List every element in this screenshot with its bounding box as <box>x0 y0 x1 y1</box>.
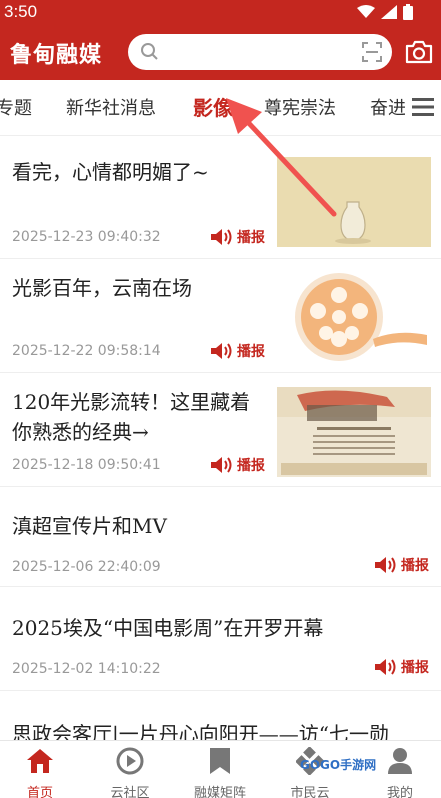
news-item[interactable]: 看完，心情都明媚了~ 2025-12-23 09:40:32 播报 <box>0 137 441 259</box>
broadcast-label: 播报 <box>237 344 265 360</box>
news-item[interactable]: 2025埃及“中国电影周”在开罗开幕 2025-12-02 14:10:22 播… <box>0 587 441 691</box>
nav-label: 融媒矩阵 <box>193 786 246 798</box>
nav-matrix[interactable]: 融媒矩阵 <box>176 741 264 798</box>
status-icons <box>357 4 413 20</box>
speaker-icon <box>211 343 232 359</box>
news-title: 看完，心情都明媚了~ <box>12 160 209 184</box>
vintage-poster-image <box>277 387 431 477</box>
wifi-icon <box>357 5 375 18</box>
tab-zhuanti[interactable]: 专题 <box>0 94 32 120</box>
news-item[interactable]: 滇超宣传片和MV 2025-12-06 22:40:09 播报 <box>0 487 441 587</box>
nav-home[interactable]: 首页 <box>0 741 84 798</box>
news-item[interactable]: 思政会客厅|一片丹心向阳开——访“七一勋 <box>0 691 441 741</box>
bookmark-icon <box>210 748 230 774</box>
app-header: 鲁甸融媒 <box>0 24 441 80</box>
speaker-icon <box>211 229 232 245</box>
nav-community[interactable]: 云社区 <box>86 741 174 798</box>
speaker-icon <box>375 557 396 573</box>
nav-label: 市民云 <box>290 786 330 798</box>
tab-bar: 专题 新华社消息 影像 尊宪崇法 奋进 <box>0 80 441 136</box>
news-title-line2: 你熟悉的经典→ <box>12 420 149 444</box>
news-date: 2025-12-22 09:58:14 <box>12 343 161 359</box>
signal-icon <box>381 5 397 19</box>
status-bar: 3:50 <box>0 0 441 24</box>
news-thumbnail <box>277 387 431 477</box>
broadcast-label: 播报 <box>401 660 429 676</box>
glass-vase-image <box>277 157 431 247</box>
news-date: 2025-12-02 14:10:22 <box>12 661 161 677</box>
broadcast-label: 播报 <box>237 230 265 246</box>
news-thumbnail <box>277 273 431 363</box>
news-thumbnail <box>277 157 431 247</box>
news-title-line1: 120年光影流转！这里藏着 <box>12 390 251 414</box>
home-icon <box>27 749 53 773</box>
tab-zunxian[interactable]: 尊宪崇法 <box>264 94 336 120</box>
broadcast-button[interactable]: 播报 <box>210 455 265 475</box>
news-date: 2025-12-23 09:40:32 <box>12 229 161 245</box>
news-date: 2025-12-06 22:40:09 <box>12 559 161 575</box>
speaker-icon <box>375 659 396 675</box>
nav-label: 首页 <box>26 786 53 798</box>
tab-scroll[interactable]: 专题 新华社消息 影像 尊宪崇法 奋进 <box>0 80 405 136</box>
status-time: 3:50 <box>4 2 38 21</box>
news-date: 2025-12-18 09:50:41 <box>12 457 161 473</box>
tab-yingxiang[interactable]: 影像 <box>193 92 233 121</box>
broadcast-button[interactable]: 播报 <box>374 555 429 575</box>
play-circle-icon <box>116 747 144 775</box>
nav-label: 我的 <box>386 786 413 798</box>
search-input[interactable] <box>168 40 348 64</box>
person-icon <box>388 748 412 774</box>
news-title: 思政会客厅|一片丹心向阳开——访“七一勋 <box>12 722 389 741</box>
news-item[interactable]: 120年光影流转！这里藏着 你熟悉的经典→ 2025-12-18 09:50:4… <box>0 373 441 487</box>
scan-icon[interactable] <box>362 42 382 62</box>
nav-label: 云社区 <box>110 786 150 798</box>
broadcast-label: 播报 <box>237 458 265 474</box>
film-reel-image <box>277 273 431 363</box>
camera-icon[interactable] <box>405 40 433 64</box>
news-item[interactable]: 光影百年，云南在场 2025-12-22 09:58:14 播报 <box>0 259 441 373</box>
news-title: 光影百年，云南在场 <box>12 276 192 300</box>
search-icon <box>141 43 158 60</box>
broadcast-button[interactable]: 播报 <box>210 227 265 247</box>
tab-xinhua[interactable]: 新华社消息 <box>66 94 156 120</box>
battery-icon <box>403 4 413 20</box>
broadcast-button[interactable]: 播报 <box>374 657 429 677</box>
search-box[interactable] <box>128 34 392 70</box>
app-logo: 鲁甸融媒 <box>10 43 103 68</box>
menu-icon[interactable] <box>412 98 434 116</box>
news-title: 2025埃及“中国电影周”在开罗开幕 <box>12 616 324 640</box>
broadcast-label: 播报 <box>401 558 429 574</box>
news-title: 滇超宣传片和MV <box>12 514 167 538</box>
speaker-icon <box>211 457 232 473</box>
watermark: GOGO手游网 <box>300 758 377 772</box>
broadcast-button[interactable]: 播报 <box>210 341 265 361</box>
tab-fenjin[interactable]: 奋进 <box>370 94 405 120</box>
